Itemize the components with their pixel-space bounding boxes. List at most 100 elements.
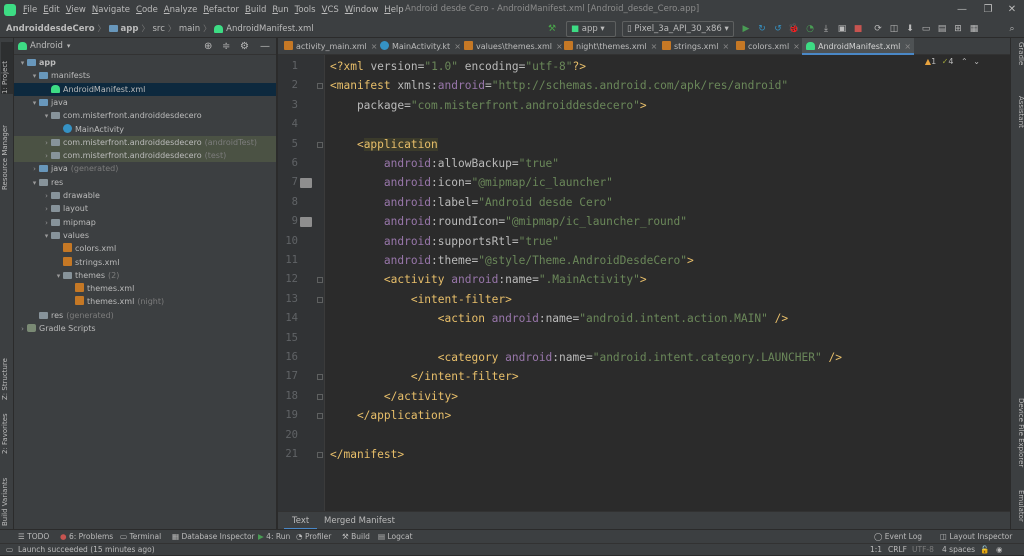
fold-marker-icon[interactable]	[317, 141, 323, 148]
profile-icon[interactable]: ◔	[804, 21, 816, 37]
tab-values-themes-xml[interactable]: values\themes.xml ×	[460, 38, 563, 55]
chevron-right-icon[interactable]: ›	[42, 137, 51, 150]
tree-item[interactable]: › mipmap	[14, 216, 276, 229]
database-inspector-tool-button[interactable]: ▦ Database Inspector	[172, 530, 255, 544]
project-tool-tab[interactable]: 1: Project	[1, 42, 13, 94]
locate-file-icon[interactable]: ⊕	[204, 41, 212, 52]
chevron-down-icon[interactable]: ⌄	[973, 57, 980, 66]
image-preview-icon[interactable]	[300, 217, 312, 228]
tree-item[interactable]: › java (generated)	[14, 162, 276, 175]
layout-inspector-tool-button[interactable]: ◫ Layout Inspector	[940, 530, 1012, 544]
chevron-up-icon[interactable]: ⌃	[961, 57, 968, 66]
hammer-build-icon[interactable]: ⚒	[545, 21, 559, 37]
menu-build[interactable]: Build	[242, 5, 269, 15]
chevron-right-icon[interactable]: ›	[42, 190, 51, 203]
gradle-tool-tab[interactable]: Gradle	[1013, 42, 1024, 70]
menu-code[interactable]: Code	[133, 5, 161, 15]
project-view-select[interactable]: Android	[30, 41, 63, 51]
menu-refactor[interactable]: Refactor	[200, 5, 242, 15]
chevron-right-icon[interactable]: ›	[42, 150, 51, 163]
logcat-tool-button[interactable]: ▤ Logcat	[378, 530, 413, 544]
collapse-all-icon[interactable]: ≑	[222, 41, 230, 52]
menu-edit[interactable]: Edit	[40, 5, 62, 15]
close-tab-icon[interactable]: ×	[904, 42, 911, 51]
apply-changes-icon[interactable]: ↻	[756, 21, 768, 37]
lock-icon[interactable]: 🔓	[980, 544, 989, 556]
stop-icon[interactable]: ■	[852, 21, 864, 37]
menu-window[interactable]: Window	[342, 5, 382, 15]
menu-tools[interactable]: Tools	[292, 5, 319, 15]
tree-item[interactable]: themes.xml (night)	[14, 295, 276, 308]
chevron-down-icon[interactable]: ▾	[30, 97, 39, 110]
tree-item[interactable]: colors.xml	[14, 242, 276, 255]
gear-icon[interactable]: ⚙	[240, 41, 249, 52]
tab-night-themes-xml[interactable]: night\themes.xml ×	[560, 38, 658, 55]
tree-item[interactable]: ▾ themes (2)	[14, 269, 276, 282]
file-encoding[interactable]: UTF-8	[912, 544, 934, 556]
tab-androidmanifest-xml[interactable]: AndroidManifest.xml ×	[802, 38, 914, 55]
search-icon[interactable]: ⌕	[1006, 21, 1018, 37]
line-separator[interactable]: CRLF	[888, 544, 907, 556]
tree-item[interactable]: ▾ res	[14, 176, 276, 189]
fold-marker-icon[interactable]	[317, 374, 323, 381]
image-preview-icon[interactable]	[300, 178, 312, 189]
fold-marker-icon[interactable]	[317, 413, 323, 420]
menu-help[interactable]: Help	[381, 5, 406, 15]
chevron-down-icon[interactable]: ▾	[54, 270, 63, 283]
tree-item[interactable]: › com.misterfront.androiddesdecero (test)	[14, 149, 276, 163]
chevron-down-icon[interactable]: ▾	[30, 70, 39, 83]
debug-icon[interactable]: 🐞	[788, 21, 800, 37]
tree-item[interactable]: strings.xml	[14, 256, 276, 269]
close-tab-icon[interactable]: ×	[793, 42, 800, 51]
chevron-down-icon[interactable]: ▾	[42, 230, 51, 243]
terminal-tool-button[interactable]: ▭ Terminal	[120, 530, 161, 544]
indent-setting[interactable]: 4 spaces	[942, 544, 975, 556]
favorites-tool-tab[interactable]: 2: Favorites	[1, 410, 13, 454]
apply-code-changes-icon[interactable]: ↺	[772, 21, 784, 37]
tree-item[interactable]: › drawable	[14, 189, 276, 202]
resource-manager-tool-tab[interactable]: Resource Manager	[1, 98, 13, 190]
device-explorer-icon[interactable]: ▤	[936, 21, 948, 37]
breadcrumb-main[interactable]: main	[179, 24, 200, 34]
close-tab-icon[interactable]: ×	[722, 42, 729, 51]
git-icon[interactable]: ◉	[996, 544, 1003, 556]
event-log-tool-button[interactable]: ◯ Event Log	[874, 530, 922, 544]
breadcrumb-project[interactable]: AndroiddesdeCero	[6, 24, 95, 34]
minimize-icon[interactable]: —	[952, 2, 972, 18]
tab-colors-xml[interactable]: colors.xml ×	[732, 38, 800, 55]
tree-item[interactable]: themes.xml	[14, 282, 276, 295]
tree-item[interactable]: ▾ app	[14, 56, 276, 69]
run-config-select[interactable]: ■ app ▾	[566, 21, 616, 37]
attach-debugger-icon[interactable]: ⤓	[820, 21, 832, 37]
close-icon[interactable]: ✕	[1002, 2, 1022, 18]
device-manager-icon[interactable]: ▭	[920, 21, 932, 37]
chevron-right-icon[interactable]: ›	[42, 203, 51, 216]
tree-item[interactable]: res (generated)	[14, 309, 276, 322]
close-tab-icon[interactable]: ×	[651, 42, 658, 51]
tree-item[interactable]: AndroidManifest.xml	[14, 82, 276, 96]
tree-item[interactable]: ▾ values	[14, 229, 276, 242]
avd-icon[interactable]: ⊞	[952, 21, 964, 37]
chevron-down-icon[interactable]: ▾	[67, 42, 71, 50]
chevron-down-icon[interactable]: ▾	[30, 177, 39, 190]
assistant-tool-tab[interactable]: Assistant	[1013, 96, 1024, 136]
status-message[interactable]: Launch succeeded (15 minutes ago)	[18, 544, 155, 556]
menu-file[interactable]: File	[20, 5, 40, 15]
inspection-widget[interactable]: ▲1 ✓4 ⌃ ⌄	[925, 57, 980, 66]
tree-item[interactable]: ▾ com.misterfront.androiddesdecero	[14, 109, 276, 122]
sdk-manager-icon[interactable]: ⬇	[904, 21, 916, 37]
status-window-icon[interactable]: ▭	[6, 544, 13, 556]
caret-position[interactable]: 1:1	[870, 544, 882, 556]
fold-marker-icon[interactable]	[317, 393, 323, 400]
run-tool-button[interactable]: ▶ 4: Run	[258, 530, 290, 544]
chevron-down-icon[interactable]: ▾	[18, 57, 27, 70]
chevron-down-icon[interactable]: ▾	[42, 110, 51, 123]
menu-run[interactable]: Run	[269, 5, 291, 15]
build-variants-tool-tab[interactable]: Build Variants	[1, 470, 13, 526]
tree-item[interactable]: MainActivity	[14, 123, 276, 136]
menu-vcs[interactable]: VCS	[319, 5, 342, 15]
tree-item[interactable]: ▾ java	[14, 96, 276, 109]
fold-marker-icon[interactable]	[317, 83, 323, 90]
run-icon[interactable]: ▶	[740, 21, 752, 37]
breadcrumb-file[interactable]: AndroidManifest.xml	[226, 24, 314, 34]
